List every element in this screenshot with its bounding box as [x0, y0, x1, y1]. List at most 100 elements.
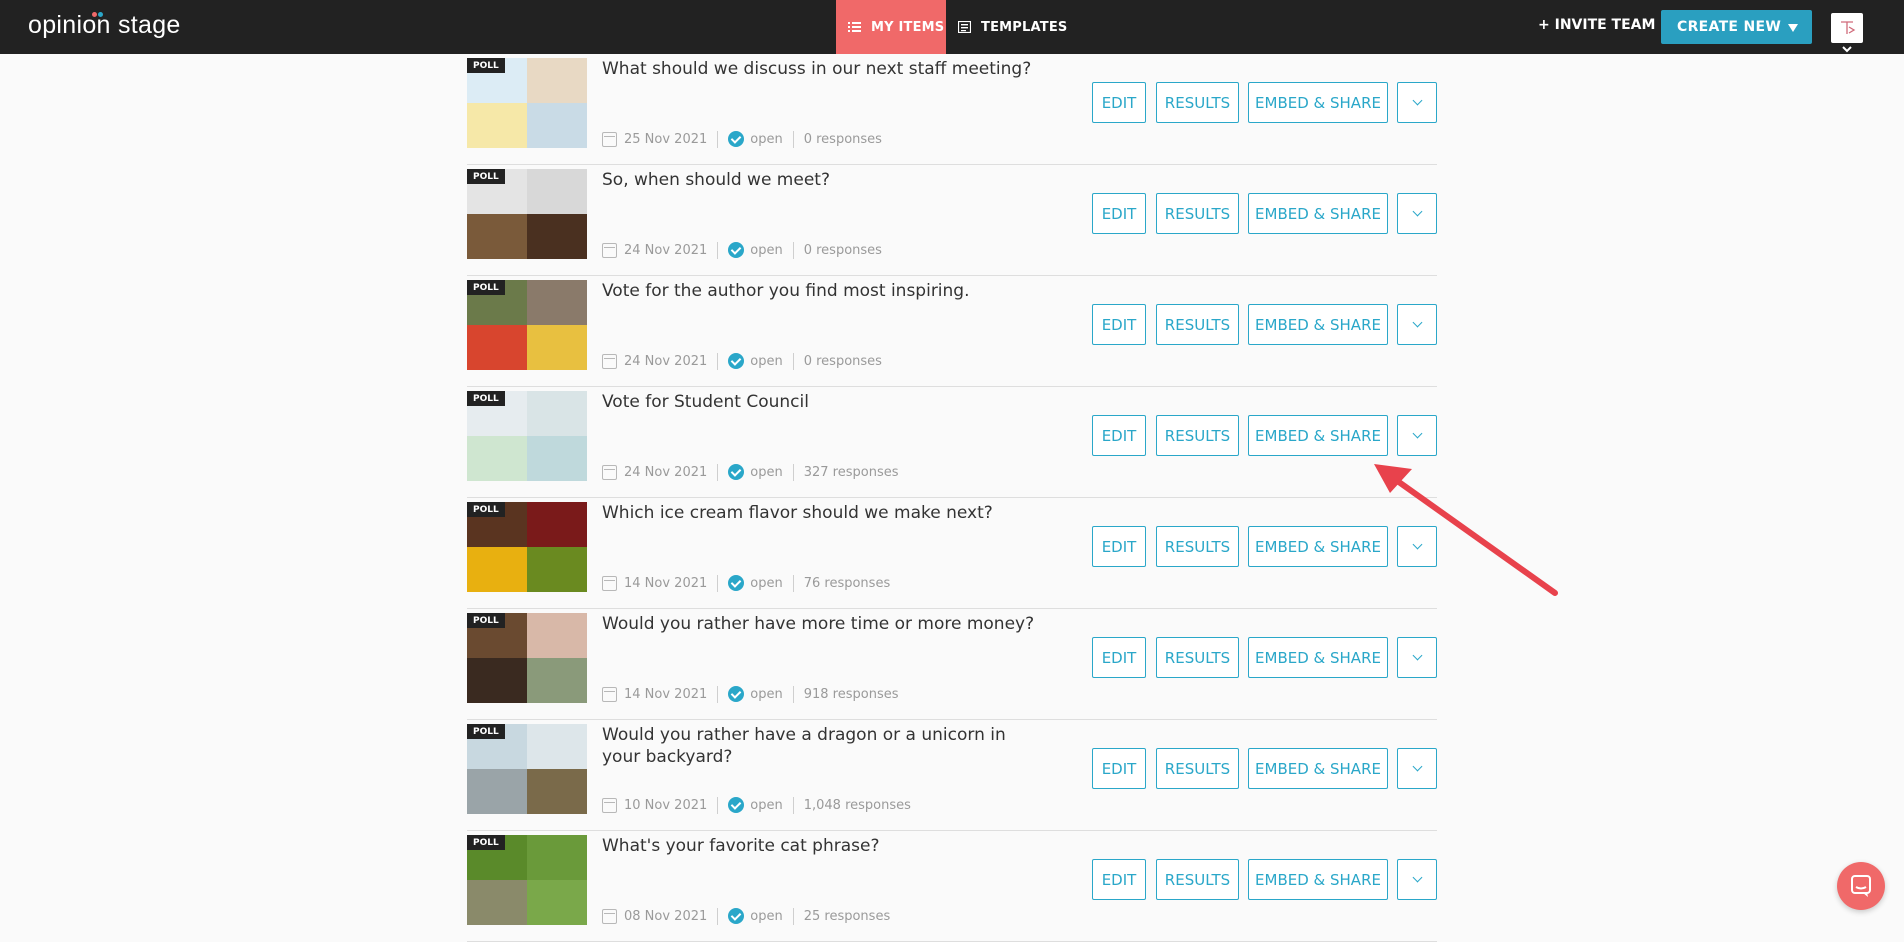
divider — [717, 352, 719, 370]
item-status: open — [750, 464, 783, 480]
edit-button[interactable]: EDIT — [1092, 637, 1146, 678]
edit-button[interactable]: EDIT — [1092, 193, 1146, 234]
results-button[interactable]: RESULTS — [1156, 82, 1239, 123]
caret-down-icon — [1788, 24, 1798, 32]
tab-templates[interactable]: TEMPLATES — [958, 0, 1067, 54]
item-date: 25 Nov 2021 — [624, 131, 708, 147]
item-responses: 0 responses — [803, 242, 882, 258]
divider — [717, 130, 719, 148]
item-meta: 14 Nov 2021 open 76 responses — [602, 574, 890, 592]
list-item: POLL Vote for Student Council 24 Nov 202… — [467, 387, 1437, 498]
more-options-button[interactable] — [1397, 637, 1437, 678]
check-circle-icon — [728, 242, 745, 258]
poll-badge: POLL — [467, 280, 505, 295]
poll-badge: POLL — [467, 613, 505, 628]
results-button[interactable]: RESULTS — [1156, 415, 1239, 456]
embed-share-button[interactable]: EMBED & SHARE — [1248, 637, 1388, 678]
edit-button[interactable]: EDIT — [1092, 526, 1146, 567]
item-status: open — [750, 242, 783, 258]
create-new-label: CREATE NEW — [1677, 19, 1782, 35]
item-thumbnail[interactable]: POLL — [467, 502, 587, 592]
edit-button[interactable]: EDIT — [1092, 82, 1146, 123]
item-thumbnail[interactable]: POLL — [467, 280, 587, 370]
poll-badge: POLL — [467, 169, 505, 184]
calendar-icon — [602, 908, 617, 924]
embed-share-button[interactable]: EMBED & SHARE — [1248, 748, 1388, 789]
item-date: 08 Nov 2021 — [624, 908, 708, 924]
item-thumbnail[interactable]: POLL — [467, 169, 587, 259]
item-status: open — [750, 575, 783, 591]
results-button[interactable]: RESULTS — [1156, 748, 1239, 789]
divider — [717, 685, 719, 703]
item-title[interactable]: Would you rather have more time or more … — [602, 613, 1042, 635]
item-title[interactable]: Vote for Student Council — [602, 391, 1042, 413]
embed-share-button[interactable]: EMBED & SHARE — [1248, 193, 1388, 234]
results-button[interactable]: RESULTS — [1156, 526, 1239, 567]
item-thumbnail[interactable]: POLL — [467, 835, 587, 925]
more-options-button[interactable] — [1397, 415, 1437, 456]
item-title[interactable]: What's your favorite cat phrase? — [602, 835, 1042, 857]
results-button[interactable]: RESULTS — [1156, 637, 1239, 678]
edit-button[interactable]: EDIT — [1092, 859, 1146, 900]
chevron-down-icon — [1412, 317, 1422, 328]
item-date: 24 Nov 2021 — [624, 242, 708, 258]
item-title[interactable]: Which ice cream flavor should we make ne… — [602, 502, 1042, 524]
chevron-down-icon — [1412, 650, 1422, 661]
item-date: 14 Nov 2021 — [624, 686, 708, 702]
calendar-icon — [602, 575, 617, 591]
list-item: POLL Would you rather have a dragon or a… — [467, 720, 1437, 831]
poll-badge: POLL — [467, 835, 505, 850]
more-options-button[interactable] — [1397, 82, 1437, 123]
embed-share-button[interactable]: EMBED & SHARE — [1248, 304, 1388, 345]
item-thumbnail[interactable]: POLL — [467, 613, 587, 703]
invite-team-button[interactable]: + INVITE TEAM — [1538, 17, 1655, 33]
more-options-button[interactable] — [1397, 193, 1437, 234]
item-thumbnail[interactable]: POLL — [467, 58, 587, 148]
create-new-button[interactable]: CREATE NEW — [1661, 10, 1812, 44]
more-options-button[interactable] — [1397, 748, 1437, 789]
check-circle-icon — [728, 131, 745, 147]
item-responses: 0 responses — [803, 131, 882, 147]
chat-launcher-button[interactable] — [1837, 862, 1885, 910]
tab-templates-label: TEMPLATES — [981, 19, 1068, 35]
calendar-icon — [602, 464, 617, 480]
item-responses: 327 responses — [803, 464, 899, 480]
avatar[interactable] — [1831, 13, 1863, 43]
item-meta: 14 Nov 2021 open 918 responses — [602, 685, 898, 703]
list-item: POLL What should we discuss in our next … — [467, 54, 1437, 165]
item-meta: 08 Nov 2021 open 25 responses — [602, 907, 890, 925]
check-circle-icon — [728, 686, 745, 702]
logo-dots — [92, 12, 106, 18]
item-title[interactable]: What should we discuss in our next staff… — [602, 58, 1042, 80]
embed-share-button[interactable]: EMBED & SHARE — [1248, 859, 1388, 900]
results-button[interactable]: RESULTS — [1156, 193, 1239, 234]
item-title[interactable]: Would you rather have a dragon or a unic… — [602, 724, 1042, 768]
item-status: open — [750, 353, 783, 369]
results-button[interactable]: RESULTS — [1156, 304, 1239, 345]
embed-share-button[interactable]: EMBED & SHARE — [1248, 415, 1388, 456]
list-item: POLL What's your favorite cat phrase? 08… — [467, 831, 1437, 942]
divider — [792, 130, 794, 148]
divider — [717, 574, 719, 592]
chevron-down-icon[interactable] — [1840, 44, 1854, 54]
item-thumbnail[interactable]: POLL — [467, 391, 587, 481]
item-title[interactable]: Vote for the author you find most inspir… — [602, 280, 1042, 302]
more-options-button[interactable] — [1397, 859, 1437, 900]
more-options-button[interactable] — [1397, 304, 1437, 345]
poll-badge: POLL — [467, 724, 505, 739]
tab-my-items[interactable]: MY ITEMS — [836, 0, 946, 54]
edit-button[interactable]: EDIT — [1092, 415, 1146, 456]
results-button[interactable]: RESULTS — [1156, 859, 1239, 900]
opinion-stage-logo[interactable]: opinion stage — [28, 11, 181, 43]
item-meta: 24 Nov 2021 open 327 responses — [602, 463, 898, 481]
item-thumbnail[interactable]: POLL — [467, 724, 587, 814]
embed-share-button[interactable]: EMBED & SHARE — [1248, 82, 1388, 123]
chevron-down-icon — [1412, 95, 1422, 106]
templates-icon — [958, 21, 971, 33]
edit-button[interactable]: EDIT — [1092, 748, 1146, 789]
calendar-icon — [602, 797, 617, 813]
item-title[interactable]: So, when should we meet? — [602, 169, 1042, 191]
edit-button[interactable]: EDIT — [1092, 304, 1146, 345]
item-meta: 10 Nov 2021 open 1,048 responses — [602, 796, 911, 814]
chevron-down-icon — [1412, 761, 1422, 772]
